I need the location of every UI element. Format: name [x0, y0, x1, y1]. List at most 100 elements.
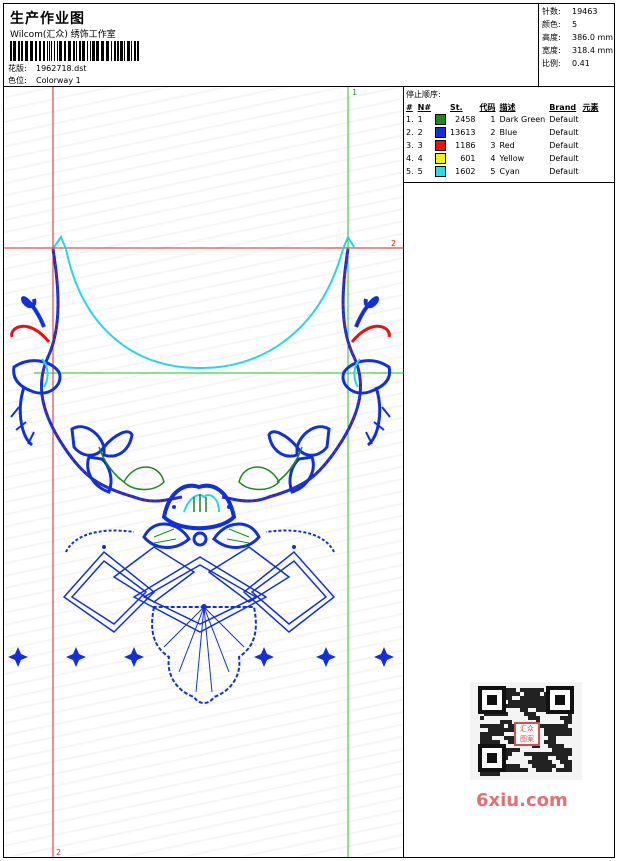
- stop-element: [581, 165, 601, 178]
- stop-swatch: [433, 152, 448, 165]
- left-butterfly: [70, 425, 134, 494]
- watermark-logo: 6xiu.com: [476, 790, 568, 811]
- right-side-flower: [341, 358, 392, 447]
- stop-needle: 5: [417, 167, 423, 176]
- stop-swatch: [433, 139, 448, 152]
- barcode: [10, 41, 139, 61]
- small-star-motifs: [8, 647, 394, 667]
- stop-index: 4.: [406, 154, 414, 163]
- stop-index: 1.: [406, 115, 414, 124]
- stat-colors: 颜色: 5: [542, 20, 578, 29]
- stop-element: [581, 113, 601, 126]
- qr-center-stamp: 汇众 图案: [514, 722, 540, 746]
- stop-needle: 3: [417, 141, 423, 150]
- right-blue-scroll: [354, 296, 379, 328]
- stop-index: 5.: [406, 167, 414, 176]
- guide-mark-right: 2: [391, 239, 396, 248]
- col-code: 代码: [479, 102, 496, 112]
- right-vine-red: [221, 248, 361, 502]
- color-swatch: [435, 140, 447, 151]
- central-lotus: [142, 483, 261, 549]
- design-name-row: 花版: 1962718.dst: [8, 63, 87, 74]
- design-canvas[interactable]: 1 2 2: [4, 87, 404, 857]
- bottom-pendant: [151, 604, 257, 704]
- stop-code: 2: [490, 128, 496, 137]
- neckline-cyan-outline: [53, 234, 355, 370]
- stop-needle: 2: [417, 128, 423, 137]
- panel-divider: [404, 182, 615, 183]
- left-red-scroll: [10, 324, 51, 343]
- company-name: Wilcom(汇众) 绣饰工作室: [10, 30, 116, 40]
- right-fan-curve: [265, 529, 335, 553]
- stop-element: [581, 126, 601, 139]
- star-motif: [8, 647, 28, 667]
- col-description: 描述: [499, 102, 516, 112]
- left-vine-red: [41, 248, 183, 502]
- color-swatch: [435, 114, 447, 125]
- stop-swatch: [433, 113, 448, 126]
- star-motif: [66, 647, 86, 667]
- stop-row[interactable]: 4. 4 601 4 Yellow Default: [404, 152, 601, 165]
- star-motif: [254, 647, 274, 667]
- stop-sequence-heading: 停止顺序:: [406, 90, 441, 99]
- stop-element: [581, 139, 601, 152]
- star-motif: [124, 647, 144, 667]
- colorway-label: 色位:: [8, 76, 27, 85]
- stop-stitches: 1186: [455, 141, 476, 150]
- stop-index: 3.: [406, 141, 414, 150]
- stat-height: 高度: 386.0 mm: [542, 33, 614, 42]
- stop-row[interactable]: 2. 2 13613 2 Blue Default: [404, 126, 601, 139]
- stats-panel: 针数: 19463 颜色: 5 高度: 386.0 mm 宽度: 318.4 mm 比例…: [539, 4, 615, 87]
- right-vine-blue: [221, 248, 362, 503]
- stop-stitches: 1602: [455, 167, 476, 176]
- stop-brand: Default: [549, 141, 579, 150]
- left-fan-curve: [65, 529, 135, 553]
- col-index: #: [406, 102, 413, 112]
- left-blue-scroll: [21, 296, 46, 328]
- colorway-value: Colorway 1: [36, 76, 81, 85]
- stop-index: 2.: [406, 128, 414, 137]
- color-swatch: [435, 153, 447, 164]
- stop-description: Cyan: [499, 167, 520, 176]
- star-motif: [374, 647, 394, 667]
- stop-brand: Default: [549, 128, 579, 137]
- col-element: 元素: [582, 102, 599, 112]
- design-label: 花版:: [8, 64, 27, 73]
- stop-row[interactable]: 5. 5 1602 5 Cyan Default: [404, 165, 601, 178]
- stop-needle: 1: [417, 115, 423, 124]
- col-stitches: St.: [450, 102, 463, 112]
- stat-scale: 比例: 0.41: [542, 59, 590, 68]
- colorway-row: 色位: Colorway 1: [8, 75, 81, 86]
- right-green-leaf: [238, 466, 280, 491]
- stop-element: [581, 152, 601, 165]
- stop-swatch: [433, 165, 448, 178]
- col-needle: N#: [417, 102, 432, 112]
- col-brand: Brand: [549, 102, 577, 112]
- stop-code: 5: [490, 167, 496, 176]
- stat-width: 宽度: 318.4 mm: [542, 46, 614, 55]
- stop-row[interactable]: 3. 3 1186 3 Red Default: [404, 139, 601, 152]
- left-green-leaf: [123, 466, 165, 491]
- stop-row[interactable]: 1. 1 2458 1 Dark Green Default: [404, 113, 601, 126]
- stop-description: Dark Green: [499, 115, 546, 124]
- col-swatch: [433, 101, 448, 113]
- stop-code: 4: [490, 154, 496, 163]
- stop-sequence-header-row: # N# St. 代码 描述 Brand 元素: [404, 101, 601, 113]
- right-red-scroll: [350, 324, 391, 343]
- star-motif: [316, 647, 336, 667]
- stop-stitches: 13613: [450, 128, 476, 137]
- stat-stitches: 针数: 19463: [542, 7, 598, 16]
- embroidery-design: 1 2 2: [4, 87, 404, 857]
- stop-sequence-table: # N# St. 代码 描述 Brand 元素 1. 1 2458 1 Dark Gre…: [404, 101, 601, 178]
- guide-mark-top: 1: [352, 88, 357, 97]
- stop-needle: 4: [417, 154, 423, 163]
- guide-mark-bottom: 2: [56, 848, 61, 857]
- color-swatch: [435, 127, 447, 138]
- stop-brand: Default: [549, 167, 579, 176]
- stop-description: Yellow: [499, 154, 525, 163]
- stop-code: 3: [490, 141, 496, 150]
- stop-stitches: 2458: [455, 115, 476, 124]
- stop-swatch: [433, 126, 448, 139]
- stop-description: Red: [499, 141, 515, 150]
- stop-stitches: 601: [460, 154, 476, 163]
